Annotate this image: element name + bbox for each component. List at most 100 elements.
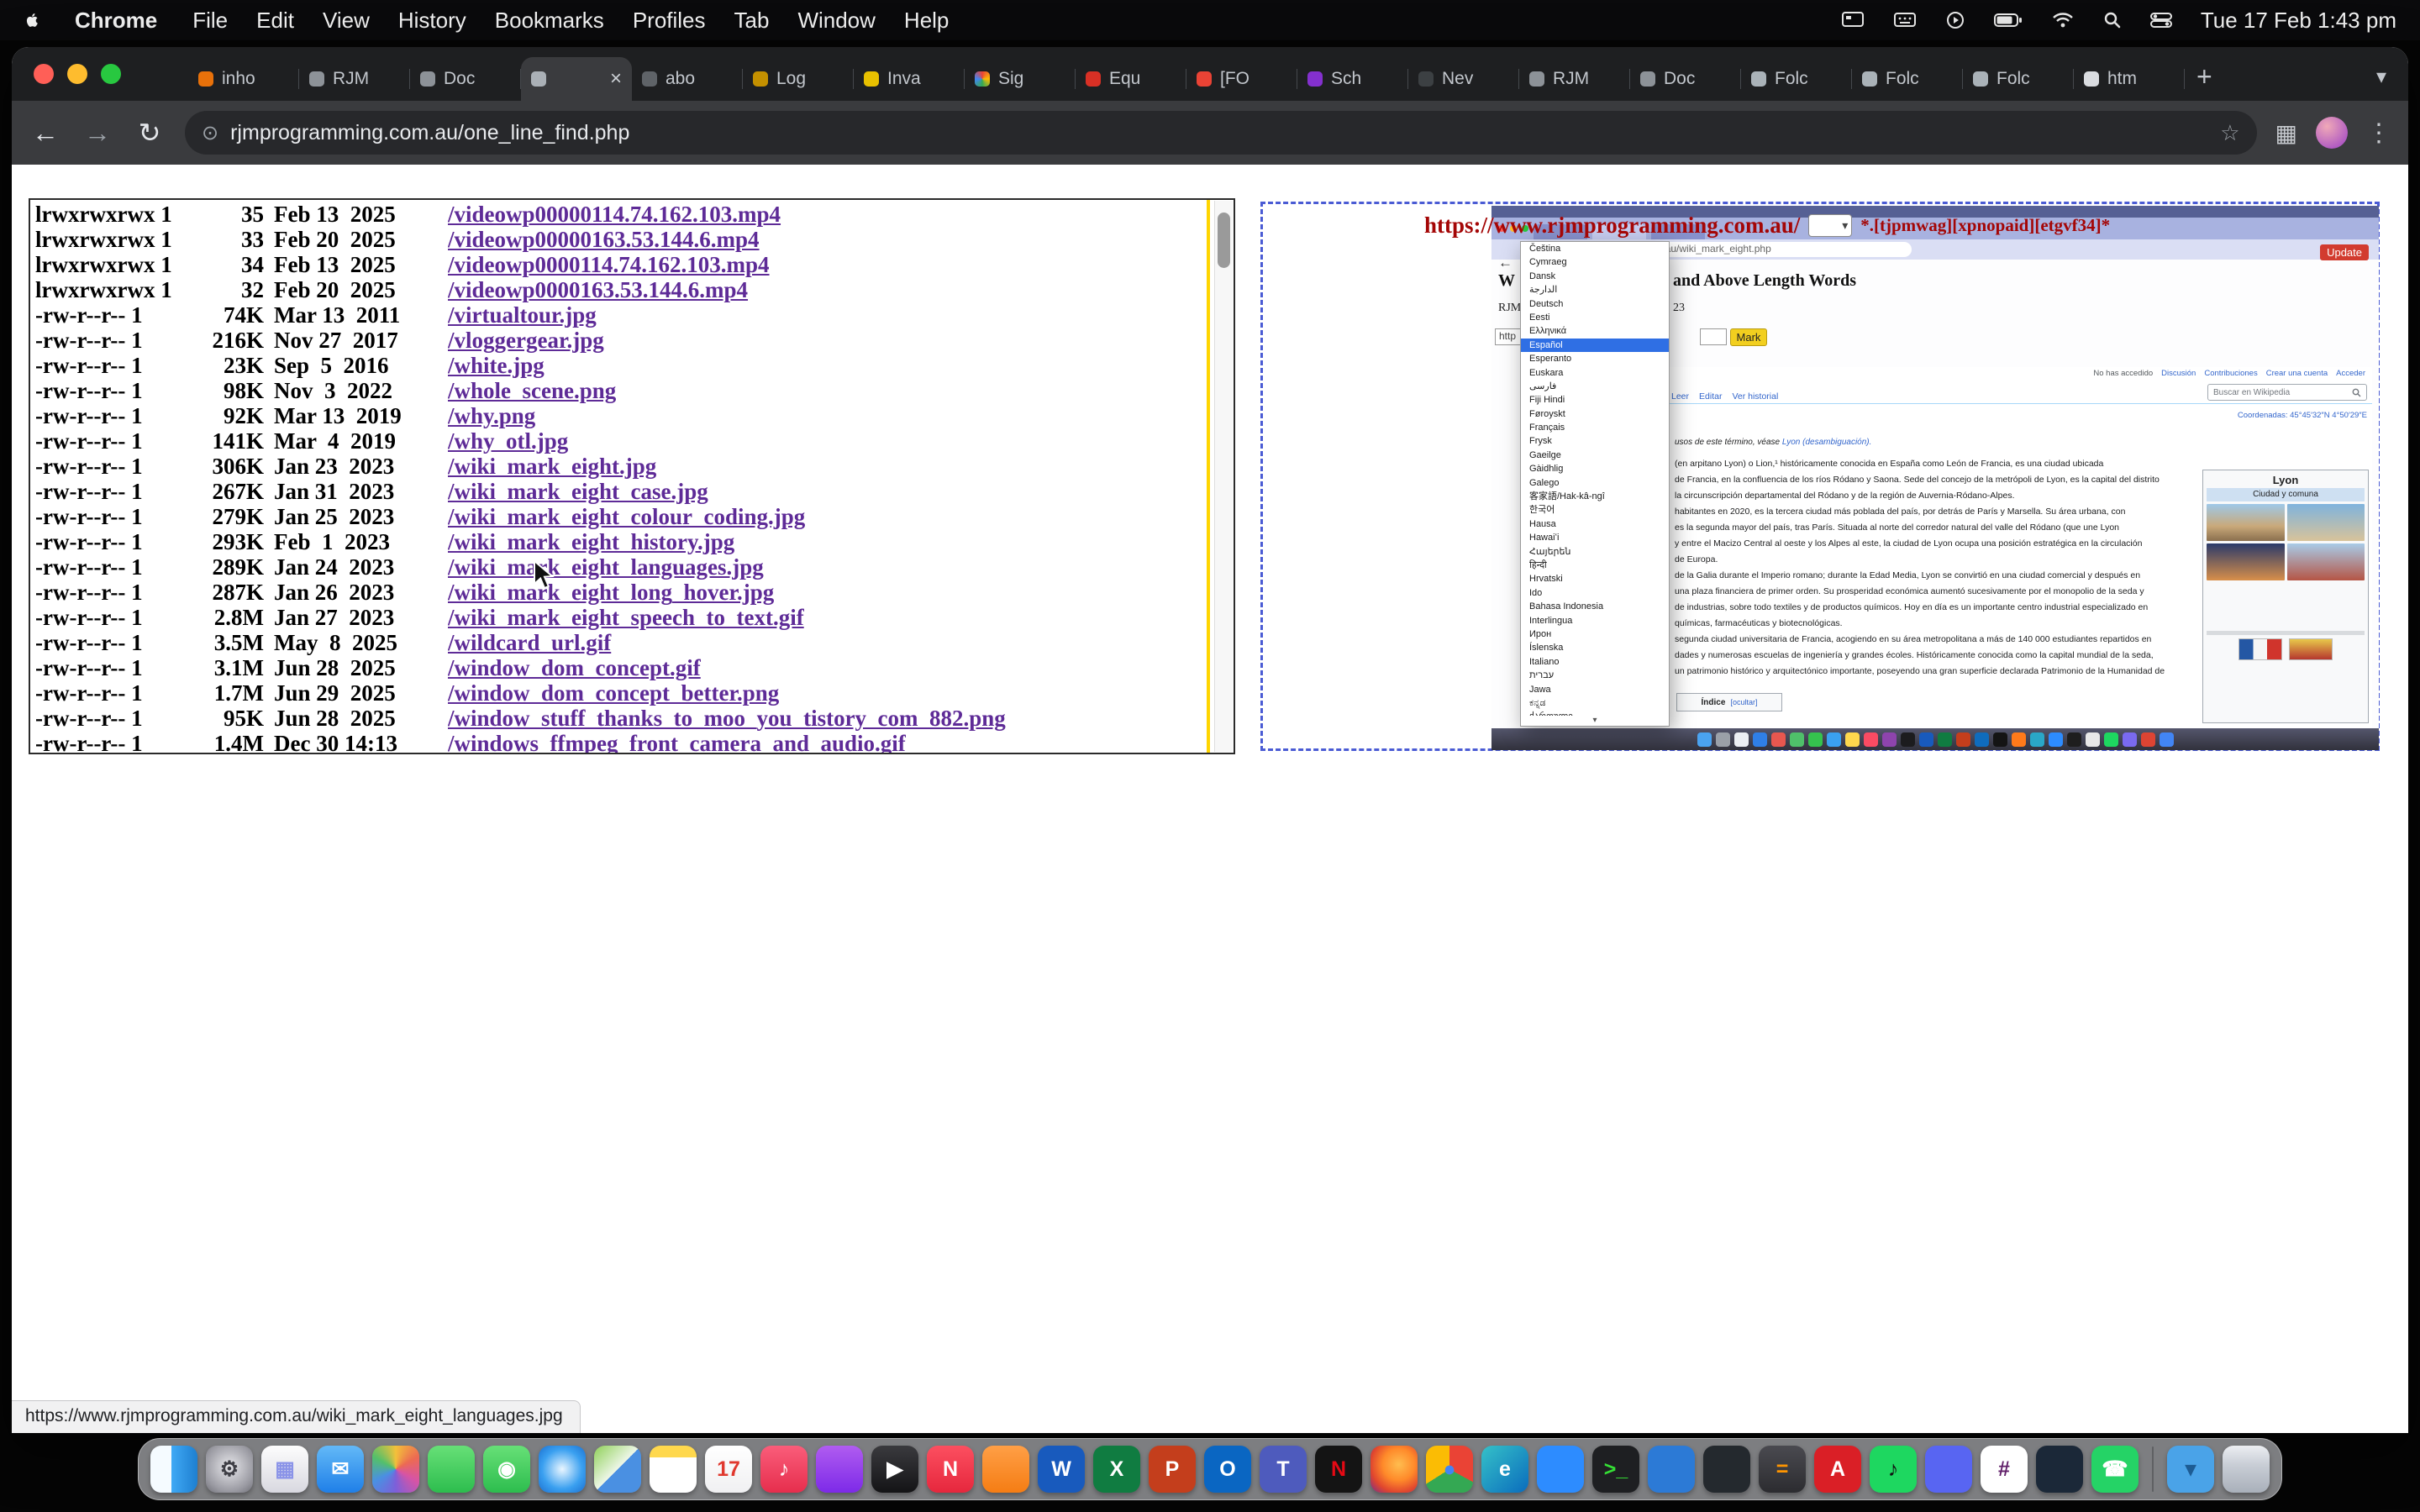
browser-tab[interactable]: Inva xyxy=(854,57,965,101)
dock-app-icon-netflix[interactable]: N xyxy=(1315,1446,1362,1493)
dock-app-icon-slack[interactable]: # xyxy=(1981,1446,2028,1493)
dock-app-icon-firefox[interactable] xyxy=(1370,1446,1418,1493)
dock-app-icon-discord[interactable] xyxy=(1925,1446,1972,1493)
menubar-item[interactable]: View xyxy=(308,8,384,34)
back-button[interactable]: ← xyxy=(29,118,62,149)
dock-app-icon-excel[interactable]: X xyxy=(1093,1446,1140,1493)
wifi-icon[interactable] xyxy=(2051,11,2075,29)
dock-app-icon-steam[interactable] xyxy=(2036,1446,2083,1493)
file-link[interactable]: /virtualtour.jpg xyxy=(448,302,1205,328)
file-link[interactable]: /videowp0000163.53.144.6.mp4 xyxy=(448,277,1205,302)
dock-app-icon-outlook[interactable]: O xyxy=(1204,1446,1251,1493)
browser-tab[interactable]: Sig xyxy=(965,57,1076,101)
extensions-icon[interactable]: ▦ xyxy=(2275,119,2297,147)
file-link[interactable]: /videowp00000114.74.162.103.mp4 xyxy=(448,202,1205,227)
browser-tab[interactable]: Folc xyxy=(1963,57,2074,101)
file-link[interactable]: /wiki_mark_eight_history.jpg xyxy=(448,529,1205,554)
browser-tab[interactable]: × xyxy=(521,57,632,101)
browser-tab[interactable]: Equ xyxy=(1076,57,1186,101)
new-tab-button[interactable]: + xyxy=(2196,61,2212,92)
listing-scrollbar[interactable] xyxy=(1214,201,1233,752)
address-bar[interactable]: ⊙ rjmprogramming.com.au/one_line_find.ph… xyxy=(185,111,2257,155)
display-icon[interactable] xyxy=(1841,11,1865,29)
control-center-icon[interactable] xyxy=(2150,11,2172,29)
listing-scrollbar-thumb[interactable] xyxy=(1218,213,1230,268)
dock-tray-icon-downloads[interactable]: ▾ xyxy=(2167,1446,2214,1493)
menubar-app-name[interactable]: Chrome xyxy=(60,8,171,34)
tab-close-icon[interactable]: × xyxy=(610,69,622,89)
menubar-clock[interactable]: Tue 17 Feb 1:43 pm xyxy=(2201,8,2396,34)
dock-app-icon-maps[interactable] xyxy=(594,1446,641,1493)
menubar-item[interactable]: Bookmarks xyxy=(481,8,618,34)
dock-app-icon-teams[interactable]: T xyxy=(1260,1446,1307,1493)
dock-app-icon-mail[interactable]: ✉ xyxy=(317,1446,364,1493)
menubar-item[interactable]: Profiles xyxy=(618,8,720,34)
file-link[interactable]: /window_dom_concept_better.png xyxy=(448,680,1205,706)
file-link[interactable]: /windows_ffmpeg_front_camera_and_audio.g… xyxy=(448,731,1205,754)
profile-avatar[interactable] xyxy=(2316,117,2348,149)
dock-app-icon-launchpad[interactable]: ▦ xyxy=(261,1446,308,1493)
dock-app-icon-chrome[interactable]: ● xyxy=(1426,1446,1473,1493)
dock-app-icon-messages[interactable] xyxy=(428,1446,475,1493)
browser-menu-icon[interactable]: ⋮ xyxy=(2366,118,2391,148)
dock-app-icon-zoom[interactable] xyxy=(1537,1446,1584,1493)
browser-tab[interactable]: RJM xyxy=(1519,57,1630,101)
browser-tab[interactable]: RJM xyxy=(299,57,410,101)
file-link[interactable]: /window_stuff_thanks_to_moo_you_tistory_… xyxy=(448,706,1205,731)
dock-app-icon-photos[interactable] xyxy=(372,1446,419,1493)
dock-app-icon-spotify[interactable]: ♪ xyxy=(1870,1446,1917,1493)
file-link[interactable]: /wildcard_url.gif xyxy=(448,630,1205,655)
browser-tab[interactable]: [FO xyxy=(1186,57,1297,101)
dock-app-icon-tv[interactable]: ▶ xyxy=(871,1446,918,1493)
menubar-item[interactable]: File xyxy=(178,8,242,34)
dock-app-icon-calculator[interactable]: = xyxy=(1759,1446,1806,1493)
zoom-window-button[interactable] xyxy=(101,64,121,84)
browser-tab[interactable]: Folc xyxy=(1741,57,1852,101)
play-icon[interactable] xyxy=(1945,10,1965,30)
dock-app-icon-calendar[interactable]: 17 xyxy=(705,1446,752,1493)
dock-app-icon-whatsapp[interactable]: ☎ xyxy=(2091,1446,2139,1493)
dock-app-icon-podcasts[interactable] xyxy=(816,1446,863,1493)
browser-tab[interactable]: htm xyxy=(2074,57,2185,101)
keyboard-icon[interactable] xyxy=(1893,11,1917,29)
file-link[interactable]: /wiki_mark_eight_languages.jpg xyxy=(448,554,1205,580)
browser-tab[interactable]: abo xyxy=(632,57,743,101)
menubar-item[interactable]: Edit xyxy=(242,8,308,34)
dock-app-icon-github[interactable] xyxy=(1703,1446,1750,1493)
file-link[interactable]: /videowp00000163.53.144.6.mp4 xyxy=(448,227,1205,252)
menubar-item[interactable]: History xyxy=(384,8,481,34)
dock-app-icon-powerpoint[interactable]: P xyxy=(1149,1446,1196,1493)
file-link[interactable]: /why_otl.jpg xyxy=(448,428,1205,454)
find-select[interactable]: ▾ xyxy=(1808,214,1852,237)
dock-app-icon-books[interactable] xyxy=(982,1446,1029,1493)
dock-tray-icon-trash[interactable] xyxy=(2223,1446,2270,1493)
dock-app-icon-notes[interactable] xyxy=(650,1446,697,1493)
browser-tab[interactable]: Nev xyxy=(1408,57,1519,101)
menubar-item[interactable]: Help xyxy=(890,8,963,34)
minimize-window-button[interactable] xyxy=(67,64,87,84)
file-link[interactable]: /wiki_mark_eight_colour_coding.jpg xyxy=(448,504,1205,529)
file-link[interactable]: /whole_scene.png xyxy=(448,378,1205,403)
menubar-item[interactable]: Tab xyxy=(720,8,784,34)
apple-menu[interactable] xyxy=(24,10,40,30)
browser-tab[interactable]: Doc xyxy=(1630,57,1741,101)
file-link[interactable]: /window_dom_concept.gif xyxy=(448,655,1205,680)
dock-app-icon-word[interactable]: W xyxy=(1038,1446,1085,1493)
dock-app-icon-music[interactable]: ♪ xyxy=(760,1446,808,1493)
menubar-item[interactable]: Window xyxy=(783,8,889,34)
browser-tab[interactable]: Folc xyxy=(1852,57,1963,101)
reload-button[interactable]: ↻ xyxy=(133,117,166,149)
tab-overflow-chevron[interactable]: ▾ xyxy=(2376,65,2386,89)
file-link[interactable]: /wiki_mark_eight_case.jpg xyxy=(448,479,1205,504)
file-link[interactable]: /wiki_mark_eight.jpg xyxy=(448,454,1205,479)
dock-app-icon-adobe[interactable]: A xyxy=(1814,1446,1861,1493)
dock-app-icon-edge[interactable]: e xyxy=(1481,1446,1528,1493)
browser-tab[interactable]: Sch xyxy=(1297,57,1408,101)
dock-app-icon-news[interactable]: N xyxy=(927,1446,974,1493)
forward-button[interactable]: → xyxy=(81,118,114,149)
dock-app-icon-facetime[interactable]: ◉ xyxy=(483,1446,530,1493)
spotlight-icon[interactable] xyxy=(2103,11,2122,29)
file-link[interactable]: /wiki_mark_eight_speech_to_text.gif xyxy=(448,605,1205,630)
dock-app-icon-finder[interactable] xyxy=(150,1446,197,1493)
site-info-icon[interactable]: ⊙ xyxy=(202,121,218,145)
